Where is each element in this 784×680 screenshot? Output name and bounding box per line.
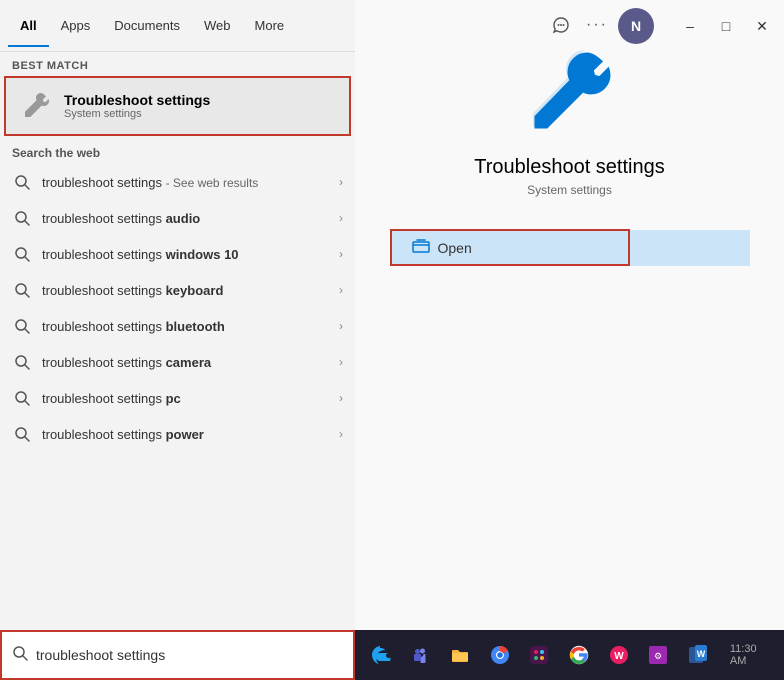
taskbar-edge-icon[interactable] — [365, 637, 397, 673]
taskbar: W ⚙ W 11:30 AM — [355, 630, 784, 680]
chevron-right-5: › — [339, 355, 343, 369]
detail-title: Troubleshoot settings — [474, 156, 664, 179]
best-match-item[interactable]: Troubleshoot settings System settings — [4, 76, 351, 136]
web-result-3[interactable]: troubleshoot settings keyboard › — [0, 272, 355, 308]
svg-text:⚙: ⚙ — [654, 651, 662, 661]
chevron-right-1: › — [339, 211, 343, 225]
search-icon-7 — [12, 424, 32, 444]
web-result-text-6: troubleshoot settings pc — [42, 391, 339, 406]
web-result-7[interactable]: troubleshoot settings power › — [0, 416, 355, 452]
taskbar-teams-icon[interactable] — [405, 637, 437, 673]
web-results-list: troubleshoot settings - See web results … — [0, 164, 355, 452]
taskbar-icon-8[interactable]: ⚙ — [643, 637, 675, 673]
search-icon-4 — [12, 316, 32, 336]
chevron-right-2: › — [339, 247, 343, 261]
tab-more[interactable]: More — [243, 4, 297, 47]
web-result-text-1: troubleshoot settings audio — [42, 211, 339, 226]
taskbar-chrome-icon[interactable] — [484, 637, 516, 673]
taskbar-folder-icon[interactable] — [444, 637, 476, 673]
best-match-title: Troubleshoot settings — [64, 92, 210, 108]
open-button-wrapper: Open — [390, 229, 750, 266]
search-web-label: Search the web — [0, 136, 355, 164]
web-result-text-4: troubleshoot settings bluetooth — [42, 319, 339, 334]
search-icon-2 — [12, 244, 32, 264]
wrench-icon — [18, 88, 54, 124]
see-web-label: - See web results — [166, 176, 259, 190]
search-box-value: troubleshoot settings — [36, 647, 165, 663]
web-result-4[interactable]: troubleshoot settings bluetooth › — [0, 308, 355, 344]
best-match-subtitle: System settings — [64, 108, 210, 120]
taskbar-google-icon[interactable] — [563, 637, 595, 673]
web-result-text-3: troubleshoot settings keyboard — [42, 283, 339, 298]
open-button-label: Open — [438, 240, 472, 256]
open-icon — [412, 239, 430, 256]
avatar[interactable]: N — [618, 8, 654, 44]
detail-wrench-icon — [520, 40, 620, 140]
svg-text:W: W — [697, 649, 706, 659]
taskbar-word-icon[interactable]: W — [682, 637, 714, 673]
tab-apps[interactable]: Apps — [49, 4, 103, 47]
tab-web[interactable]: Web — [192, 4, 243, 47]
search-icon-5 — [12, 352, 32, 372]
detail-panel: Troubleshoot settings System settings Op… — [355, 0, 784, 630]
feedback-button[interactable] — [546, 10, 576, 40]
maximize-button[interactable]: □ — [708, 8, 744, 44]
search-icon-0 — [12, 172, 32, 192]
search-icon-6 — [12, 388, 32, 408]
more-button[interactable]: ··· — [582, 10, 612, 40]
search-box-bottom[interactable]: troubleshoot settings — [0, 630, 355, 680]
chevron-right-0: › — [339, 175, 343, 189]
chevron-right-7: › — [339, 427, 343, 441]
minimize-button[interactable]: – — [672, 8, 708, 44]
web-result-text-0: troubleshoot settings - See web results — [42, 175, 339, 190]
svg-text:W: W — [614, 651, 624, 662]
close-button[interactable]: ✕ — [744, 8, 780, 44]
web-result-text-7: troubleshoot settings power — [42, 427, 339, 442]
search-panel: All Apps Documents Web More Best match T… — [0, 0, 355, 630]
web-result-2[interactable]: troubleshoot settings windows 10 › — [0, 236, 355, 272]
search-icon-1 — [12, 208, 32, 228]
chevron-right-4: › — [339, 319, 343, 333]
web-result-1[interactable]: troubleshoot settings audio › — [0, 200, 355, 236]
chevron-right-6: › — [339, 391, 343, 405]
tab-all[interactable]: All — [8, 4, 49, 47]
detail-subtitle: System settings — [527, 183, 612, 197]
tab-documents[interactable]: Documents — [102, 4, 192, 47]
web-result-text-2: troubleshoot settings windows 10 — [42, 247, 339, 262]
chevron-right-3: › — [339, 283, 343, 297]
best-match-label: Best match — [0, 52, 355, 76]
best-match-text: Troubleshoot settings System settings — [64, 92, 210, 120]
search-box-icon — [12, 645, 28, 666]
open-button[interactable]: Open — [390, 229, 630, 266]
taskbar-slack-icon[interactable] — [524, 637, 556, 673]
web-result-text-5: troubleshoot settings camera — [42, 355, 339, 370]
open-button-extra — [630, 230, 750, 266]
search-icon-3 — [12, 280, 32, 300]
window-controls: – □ ✕ — [664, 0, 784, 52]
web-result-6[interactable]: troubleshoot settings pc › — [0, 380, 355, 416]
taskbar-icon-7[interactable]: W — [603, 637, 635, 673]
web-result-5[interactable]: troubleshoot settings camera › — [0, 344, 355, 380]
tabs-bar: All Apps Documents Web More — [0, 0, 355, 52]
web-result-0[interactable]: troubleshoot settings - See web results … — [0, 164, 355, 200]
